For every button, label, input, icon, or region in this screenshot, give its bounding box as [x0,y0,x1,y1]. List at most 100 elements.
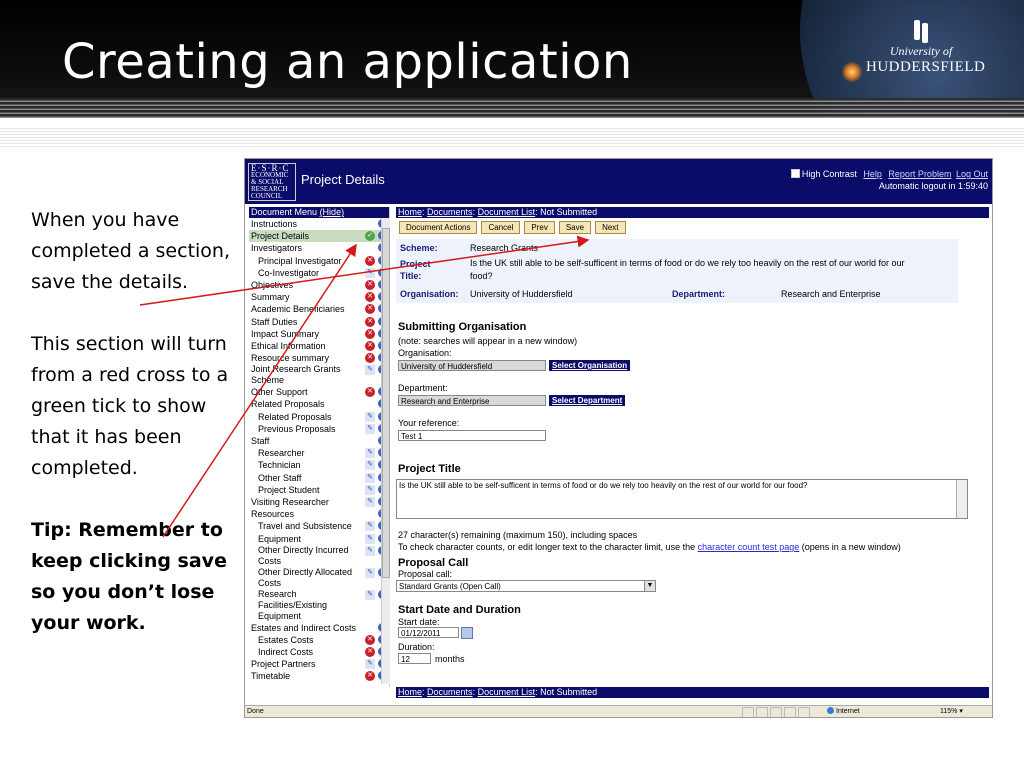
edit-icon[interactable]: ✎ [365,484,375,495]
sidebar-item[interactable]: Academic Beneficiaries✕? [249,303,389,315]
zoom-control[interactable]: 115% ▾ [940,706,963,717]
help-link[interactable]: Help [863,169,882,179]
sidebar-item[interactable]: Resource summary✕? [249,352,389,364]
main-content: Home: Documents: Document List: Not Subm… [396,207,989,693]
incomplete-cross-icon[interactable]: ✕ [365,316,375,327]
sidebar-item[interactable]: Investigators? [249,242,389,254]
sidebar-item[interactable]: Ethical Information✕? [249,340,389,352]
calendar-icon[interactable] [461,627,473,639]
breadcrumb-home[interactable]: Home [398,207,422,217]
edit-icon[interactable]: ✎ [365,365,375,376]
edit-icon[interactable]: ✎ [365,496,375,507]
sidebar-item[interactable]: Impact Summary✕? [249,328,389,340]
sidebar-item[interactable]: Principal Investigator✕? [249,255,389,267]
edit-icon[interactable]: ✎ [365,472,375,483]
project-title-textarea[interactable]: Is the UK still able to be self-sufficen… [396,479,968,519]
sidebar-item[interactable]: Technician✎? [249,459,389,471]
sidebar-item[interactable]: Related Proposals✎? [249,411,389,423]
sidebar-item[interactable]: Project Partners✎? [249,658,389,670]
sidebar-item[interactable]: Estates and Indirect Costs? [249,622,389,634]
incomplete-cross-icon[interactable]: ✕ [365,353,375,364]
prev-button[interactable]: Prev [524,221,555,234]
sidebar-item[interactable]: Visiting Researcher✎? [249,496,389,508]
sidebar-item[interactable]: Research Facilities/Existing Equipment✎? [249,589,389,622]
edit-icon[interactable]: ✎ [365,533,375,544]
sidebar-item[interactable]: Equipment✎? [249,533,389,545]
edit-icon[interactable]: ✎ [365,460,375,471]
reference-input[interactable]: Test 1 [398,430,546,441]
report-problem-link[interactable]: Report Problem [888,169,951,179]
slide-header: Creating an application University of HU… [0,0,1024,118]
incomplete-cross-icon[interactable]: ✕ [365,340,375,351]
edit-icon[interactable]: ✎ [365,545,375,556]
sidebar-item[interactable]: Objectives✕? [249,279,389,291]
duration-unit: months [435,654,465,664]
sidebar-item[interactable]: Researcher✎? [249,447,389,459]
bottom-breadcrumb-documents[interactable]: Documents [427,687,473,697]
sidebar-item[interactable]: Joint Research Grants Scheme✎? [249,364,389,386]
incomplete-cross-icon[interactable]: ✕ [365,304,375,315]
edit-icon[interactable]: ✎ [365,267,375,278]
sidebar-item[interactable]: Staff? [249,435,389,447]
sidebar-item[interactable]: Timetable✕? [249,670,389,682]
sidebar-item[interactable]: Other Staff✎? [249,472,389,484]
incomplete-cross-icon[interactable]: ✕ [365,255,375,266]
edit-icon[interactable]: ✎ [365,659,375,670]
proposal-call-select[interactable]: Standard Grants (Open Call) ▼ [396,580,656,592]
select-department-button[interactable]: Select Department [549,395,626,406]
menu-scrollbar[interactable] [381,218,390,684]
edit-icon[interactable]: ✎ [365,521,375,532]
duration-input[interactable]: 12 [398,653,431,664]
menu-scroll-thumb[interactable] [382,228,390,578]
status-segment [770,707,782,717]
sidebar-item[interactable]: Indirect Costs✕? [249,646,389,658]
project-title-text: Is the UK still able to be self-sufficen… [399,481,808,490]
sidebar-item[interactable]: Project Student✎? [249,484,389,496]
textarea-scrollbar[interactable] [956,480,967,518]
incomplete-cross-icon[interactable]: ✕ [365,279,375,290]
incomplete-cross-icon[interactable]: ✕ [365,328,375,339]
hide-menu-link[interactable]: (Hide) [320,207,345,217]
sidebar-item[interactable]: Staff Duties✕? [249,316,389,328]
sidebar-item[interactable]: Related Proposals? [249,398,389,410]
log-out-link[interactable]: Log Out [956,169,988,179]
sidebar-item[interactable]: Summary✕? [249,291,389,303]
sidebar-item[interactable]: Other Directly Allocated Costs✎? [249,567,389,589]
breadcrumb-documents[interactable]: Documents [427,207,473,217]
edit-icon[interactable]: ✎ [365,448,375,459]
sidebar-item[interactable]: Previous Proposals✎? [249,423,389,435]
edit-icon[interactable]: ✎ [365,589,375,600]
incomplete-cross-icon[interactable]: ✕ [365,387,375,398]
sidebar-item[interactable]: Instructions? [249,218,389,230]
document-actions-button[interactable]: Document Actions [399,221,478,234]
cancel-button[interactable]: Cancel [481,221,521,234]
edit-icon[interactable]: ✎ [365,423,375,434]
complete-tick-icon[interactable]: ✓ [365,231,375,242]
sidebar-item[interactable]: Resources? [249,508,389,520]
start-date-input[interactable]: 01/12/2011 [398,627,459,638]
bottom-breadcrumb-home[interactable]: Home [398,687,422,697]
select-organisation-button[interactable]: Select Organisation [549,360,631,371]
incomplete-cross-icon[interactable]: ✕ [365,671,375,682]
sidebar-item-label: Objectives [251,279,294,290]
document-menu: Document Menu (Hide) Instructions?Projec… [249,207,390,687]
incomplete-cross-icon[interactable]: ✕ [365,634,375,645]
save-button[interactable]: Save [558,221,592,234]
sidebar-item[interactable]: Other Support✕? [249,386,389,398]
breadcrumb-document-list[interactable]: Document List [478,207,536,217]
sidebar-item[interactable]: Travel and Subsistence✎? [249,520,389,532]
chevron-down-icon[interactable]: ▼ [644,581,655,591]
sidebar-item[interactable]: Estates Costs✕? [249,634,389,646]
edit-icon[interactable]: ✎ [365,567,375,578]
sidebar-item[interactable]: Co-Investigator✎? [249,267,389,279]
incomplete-cross-icon[interactable]: ✕ [365,647,375,658]
character-count-link[interactable]: character count test page [698,542,800,552]
sidebar-item[interactable]: Project Details✓? [249,230,389,243]
next-button[interactable]: Next [595,221,626,234]
edit-icon[interactable]: ✎ [365,411,375,422]
high-contrast-checkbox[interactable] [790,169,800,178]
bottom-breadcrumb-document-list[interactable]: Document List [478,687,536,697]
sidebar-item[interactable]: Other Directly Incurred Costs✎? [249,545,389,567]
status-segment [742,707,754,717]
incomplete-cross-icon[interactable]: ✕ [365,292,375,303]
